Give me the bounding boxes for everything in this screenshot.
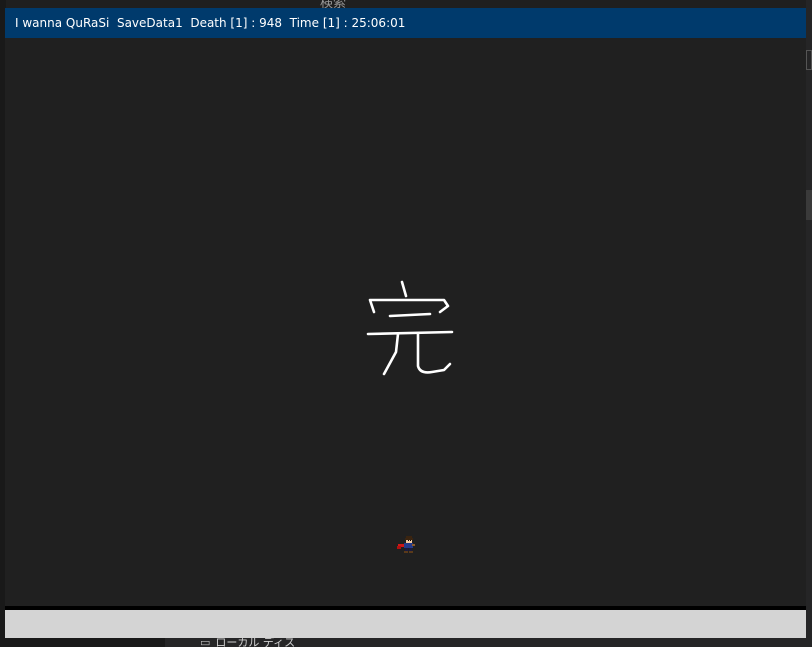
title-bar[interactable]: I wanna QuRaSi SaveData1 Death [1] : 948… — [5, 8, 806, 38]
kanji-stroke-roof — [368, 298, 450, 314]
game-window[interactable]: I wanna QuRaSi SaveData1 Death [1] : 948… — [5, 8, 806, 638]
background-drive-item[interactable]: ▭ ローカル ディス — [200, 637, 295, 647]
kid-player-sprite — [397, 536, 415, 553]
background-search-box — [806, 50, 812, 70]
background-window-edge-right — [806, 0, 812, 647]
game-canvas[interactable] — [5, 38, 806, 606]
kanji-stroke-right-leg — [416, 332, 452, 374]
drive-icon: ▭ — [200, 637, 211, 647]
desktop: 検索 ▭ ローカル ディス I wanna QuRaSi SaveData1 De… — [0, 0, 812, 647]
background-panel — [806, 190, 812, 220]
kanji-stroke-left-leg — [382, 332, 400, 376]
window-title: I wanna QuRaSi SaveData1 Death [1] : 948… — [15, 16, 406, 30]
kanji-stroke-mid-bar — [366, 330, 454, 336]
ending-kanji — [366, 280, 454, 376]
kanji-stroke-top-bar — [388, 312, 432, 318]
kanji-stroke-dot — [400, 280, 408, 298]
drive-label: ローカル ディス — [215, 637, 296, 647]
status-bar — [5, 610, 806, 638]
